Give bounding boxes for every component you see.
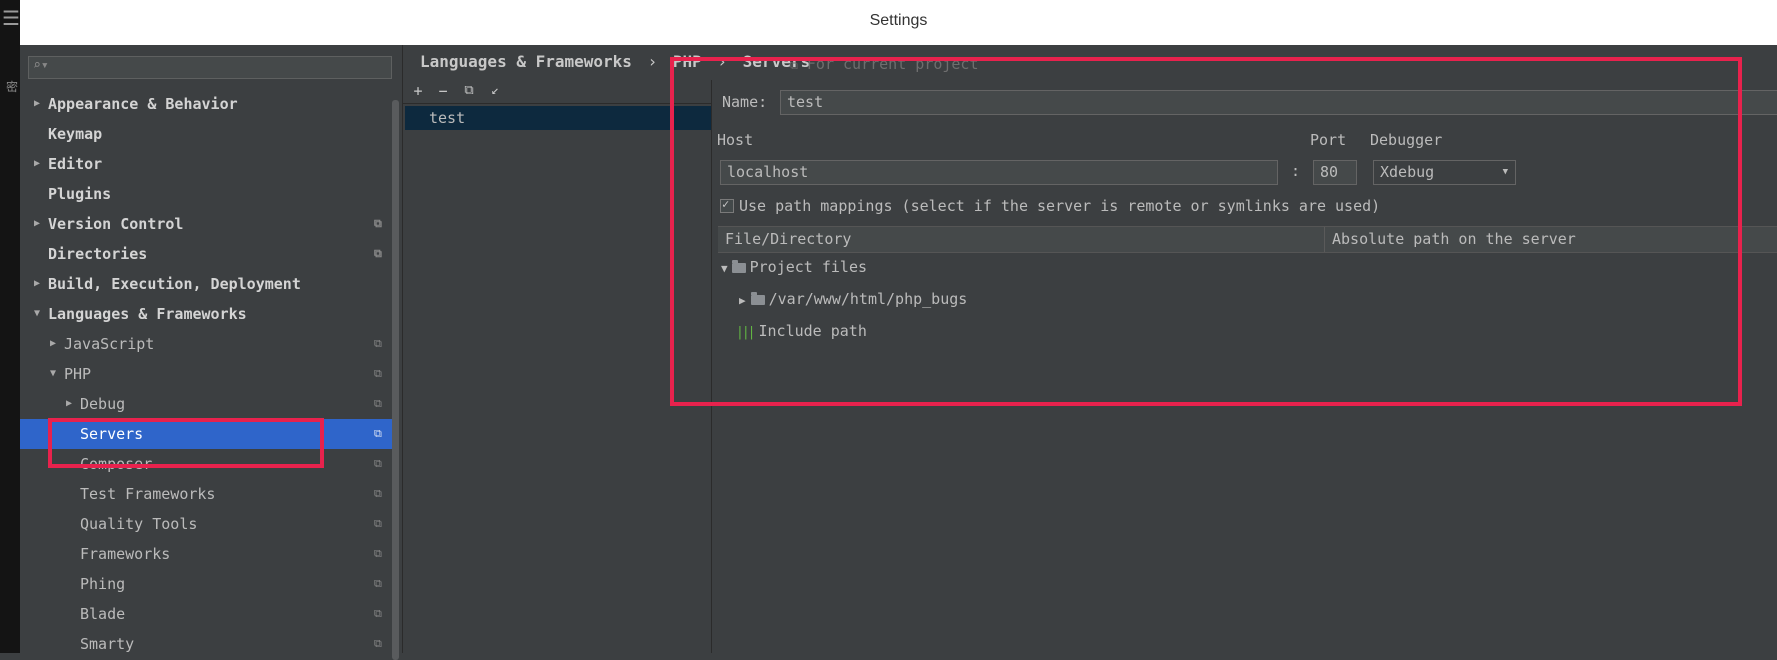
collapsed-arrow-icon[interactable]: ▶: [34, 209, 40, 239]
sidebar-item-label: Test Frameworks: [80, 485, 216, 503]
project-scope-icon: ⧉: [374, 517, 382, 530]
title-bar: Settings: [20, 0, 1777, 45]
collapsed-arrow-icon[interactable]: ▶: [34, 269, 40, 299]
sidebar-item-version-control[interactable]: ▶ Version Control ⧉: [20, 209, 392, 239]
project-scope-icon: ⧉: [374, 547, 382, 560]
sidebar-item-debug[interactable]: ▶ Debug ⧉: [20, 389, 392, 419]
project-scope-icon: ⧉: [374, 367, 382, 380]
project-scope-icon: ⧉: [374, 487, 382, 500]
collapsed-arrow-icon[interactable]: ▶: [66, 389, 72, 419]
breadcrumb-item[interactable]: Languages & Frameworks: [420, 52, 632, 71]
highlight-box-server-config: [670, 57, 1742, 406]
sidebar-item-label: Plugins: [48, 185, 112, 203]
sidebar-item-test-frameworks[interactable]: Test Frameworks ⧉: [20, 479, 392, 509]
sidebar-item-label: Blade: [80, 605, 126, 623]
sidebar-item-label: Editor: [48, 155, 103, 173]
sidebar-item-frameworks[interactable]: Frameworks ⧉: [20, 539, 392, 569]
project-scope-icon: ⧉: [374, 457, 382, 470]
sidebar-item-keymap[interactable]: Keymap: [20, 119, 392, 149]
copy-server-button[interactable]: ⧉: [458, 80, 480, 102]
sidebar-item-label: Keymap: [48, 125, 103, 143]
expanded-arrow-icon[interactable]: ▼: [34, 299, 40, 329]
project-scope-icon: ⧉: [374, 337, 382, 350]
sidebar-item-javascript[interactable]: ▶ JavaScript ⧉: [20, 329, 392, 359]
remove-server-button[interactable]: −: [432, 80, 454, 102]
sidebar-item-phing[interactable]: Phing ⧉: [20, 569, 392, 599]
sidebar-item-languages-frameworks[interactable]: ▼ Languages & Frameworks: [20, 299, 392, 329]
sidebar-item-label: Quality Tools: [80, 515, 198, 533]
import-server-button[interactable]: ↙: [484, 80, 506, 102]
collapsed-arrow-icon[interactable]: ▶: [34, 149, 40, 179]
project-scope-icon: ⧉: [374, 247, 382, 260]
collapsed-arrow-icon[interactable]: ▶: [50, 329, 56, 359]
search-input[interactable]: ⌕▾: [28, 56, 392, 79]
sidebar-item-label: Directories: [48, 245, 148, 263]
collapsed-arrow-icon[interactable]: ▶: [34, 89, 40, 119]
sidebar-item-directories[interactable]: Directories ⧉: [20, 239, 392, 269]
sidebar-item-appearance-behavior[interactable]: ▶ Appearance & Behavior: [20, 89, 392, 119]
servers-toolbar: + − ⧉ ↙: [403, 80, 711, 102]
settings-sidebar: ⌕▾ ▶ Appearance & Behavior Keymap ▶ Editor Pl…: [20, 45, 403, 660]
project-scope-icon: ⧉: [374, 427, 382, 440]
sidebar-item-label: Languages & Frameworks: [48, 305, 247, 323]
hamburger-icon[interactable]: ☰: [2, 8, 20, 28]
sidebar-item-label: Debug: [80, 395, 126, 413]
breadcrumb-separator: ›: [647, 52, 658, 71]
sidebar-item-label: Phing: [80, 575, 126, 593]
sidebar-item-quality-tools[interactable]: Quality Tools ⧉: [20, 509, 392, 539]
sidebar-item-label: Build, Execution, Deployment: [48, 275, 301, 293]
window-left-strip: ☰ 密: [0, 0, 20, 653]
servers-list-panel: + − ⧉ ↙ test: [403, 80, 712, 653]
sidebar-item-label: Smarty: [80, 635, 135, 653]
sidebar-item-label: PHP: [64, 365, 92, 383]
sidebar-item-blade[interactable]: Blade ⧉: [20, 599, 392, 629]
side-glyph: 密: [6, 80, 19, 94]
highlight-box-servers-item: [48, 418, 324, 468]
project-scope-icon: ⧉: [374, 217, 382, 230]
sidebar-item-build-execution-deployment[interactable]: ▶ Build, Execution, Deployment: [20, 269, 392, 299]
sidebar-item-editor[interactable]: ▶ Editor: [20, 149, 392, 179]
sidebar-item-plugins[interactable]: Plugins: [20, 179, 392, 209]
project-scope-icon: ⧉: [374, 397, 382, 410]
sidebar-item-label: Frameworks: [80, 545, 171, 563]
sidebar-item-label: Version Control: [48, 215, 184, 233]
add-server-button[interactable]: +: [407, 80, 429, 102]
server-list-item-label: test: [429, 109, 466, 127]
expanded-arrow-icon[interactable]: ▼: [50, 359, 56, 389]
server-list-item[interactable]: test: [405, 106, 711, 130]
sidebar-item-label: Appearance & Behavior: [48, 95, 238, 113]
sidebar-scrollbar[interactable]: [392, 100, 399, 660]
sidebar-item-label: JavaScript: [64, 335, 155, 353]
project-scope-icon: ⧉: [374, 577, 382, 590]
project-scope-icon: ⧉: [374, 637, 382, 650]
project-scope-icon: ⧉: [374, 607, 382, 620]
search-icon: ⌕▾: [33, 58, 49, 73]
toolbar-divider: [403, 103, 711, 104]
window-title: Settings: [869, 12, 928, 29]
sidebar-item-smarty[interactable]: Smarty ⧉: [20, 629, 392, 659]
sidebar-item-php[interactable]: ▼ PHP ⧉: [20, 359, 392, 389]
